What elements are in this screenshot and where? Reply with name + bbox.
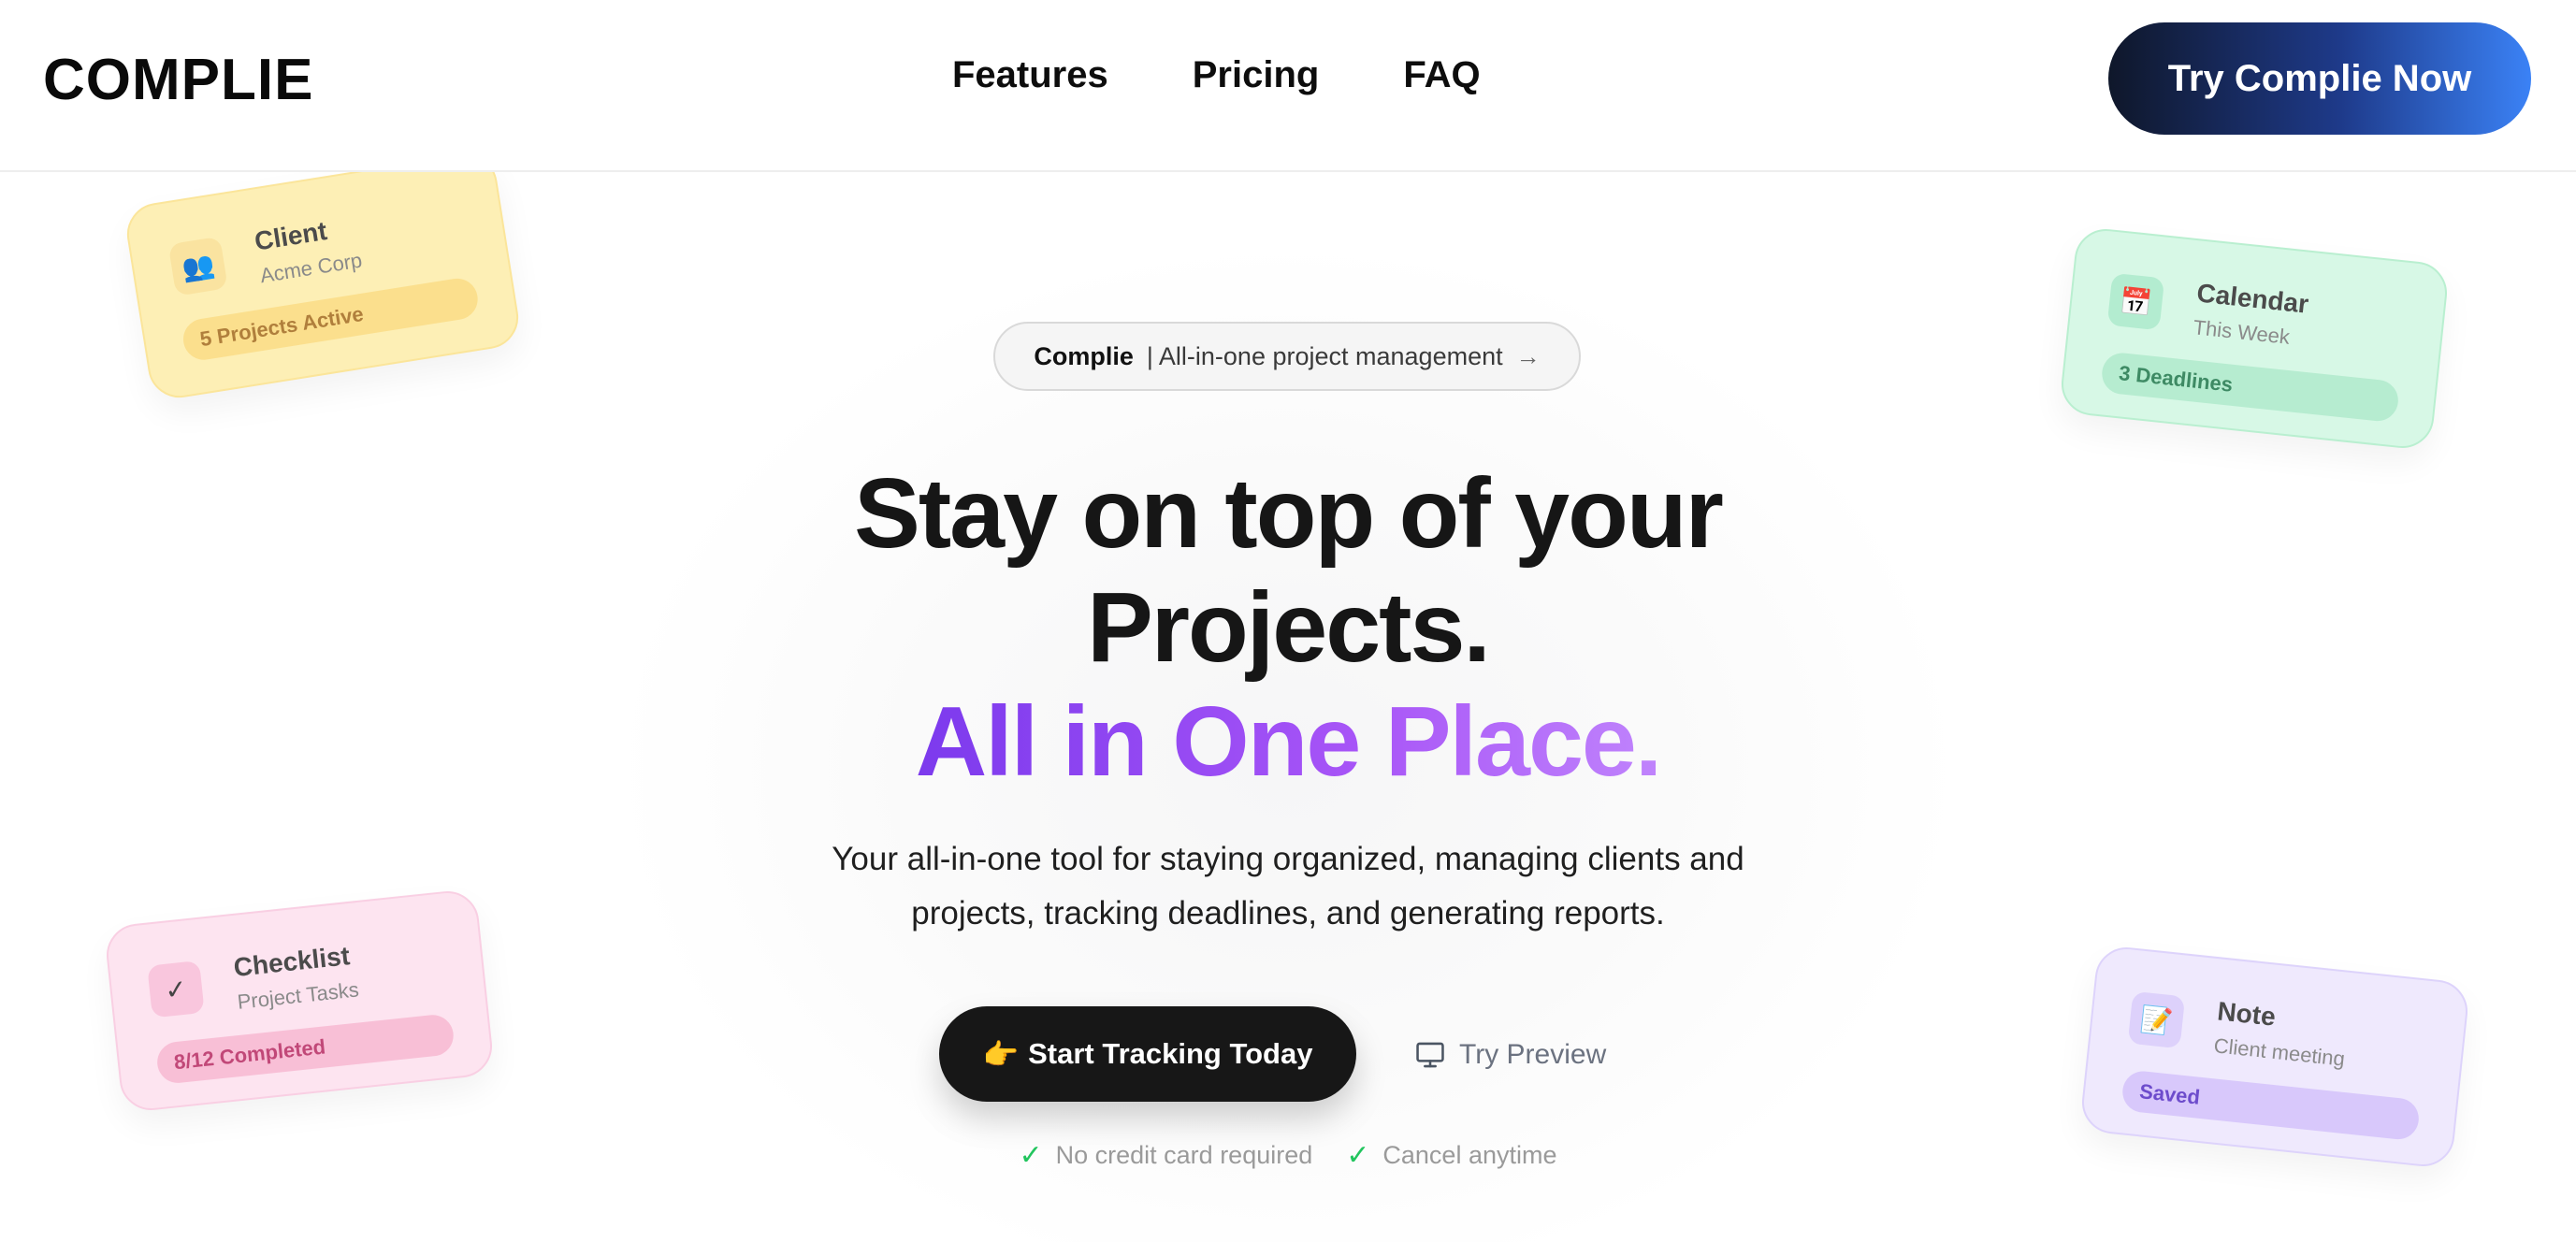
note-card: 📝 Note Client meeting Saved bbox=[2078, 944, 2471, 1170]
main-nav: Features Pricing FAQ bbox=[952, 54, 1481, 96]
card-status-pill: 3 Deadlines bbox=[2100, 351, 2400, 424]
checkmark-icon: ✓ bbox=[1346, 1140, 1370, 1171]
card-status-pill: 8/12 Completed bbox=[155, 1013, 456, 1086]
card-status-pill: Saved bbox=[2120, 1069, 2421, 1142]
card-subtitle: Client meeting bbox=[2212, 1033, 2347, 1071]
site-header: COMPLIE Features Pricing FAQ Try Complie… bbox=[0, 0, 2576, 172]
card-title: Client bbox=[252, 215, 329, 256]
card-subtitle: This Week bbox=[2192, 315, 2292, 349]
checkmark-icon: ✓ bbox=[1019, 1140, 1043, 1171]
hero-description: Your all-in-one tool for staying organiz… bbox=[0, 832, 2576, 941]
description-line-1: Your all-in-one tool for staying organiz… bbox=[832, 841, 1744, 877]
arrow-right-icon: → bbox=[1515, 341, 1541, 370]
monitor-icon bbox=[1416, 1042, 1444, 1068]
description-line-2: projects, tracking deadlines, and genera… bbox=[911, 895, 1665, 932]
feature-label: No credit card required bbox=[1055, 1141, 1313, 1169]
headline-accent: All in One Place. bbox=[915, 686, 1663, 797]
nav-pricing-link[interactable]: Pricing bbox=[1193, 54, 1320, 96]
hero-headline: Stay on top of your Projects. All in One… bbox=[0, 456, 2576, 799]
logo[interactable]: COMPLIE bbox=[43, 47, 313, 113]
checkmark-icon: ✓ bbox=[147, 960, 205, 1018]
pointing-hand-icon: 👉 bbox=[982, 1037, 1020, 1071]
card-title: Calendar bbox=[2195, 278, 2310, 319]
headline-line-2: Projects. bbox=[1087, 572, 1491, 683]
calendar-icon: 📅 bbox=[2106, 272, 2165, 331]
announcement-badge[interactable]: Complie | All-in-one project management … bbox=[993, 322, 1581, 391]
try-preview-button[interactable]: Try Preview bbox=[1414, 1029, 1606, 1081]
memo-icon: 📝 bbox=[2127, 990, 2186, 1049]
badge-text: | All-in-one project management bbox=[1146, 341, 1503, 370]
feature-checks: ✓ No credit card required ✓ Cancel anyti… bbox=[0, 1139, 2576, 1172]
feature-item: ✓ Cancel anytime bbox=[1346, 1139, 1556, 1172]
start-tracking-button[interactable]: 👉 Start Tracking Today bbox=[939, 1006, 1356, 1102]
feature-item: ✓ No credit card required bbox=[1019, 1139, 1312, 1172]
users-icon: 👥 bbox=[167, 236, 228, 296]
try-complie-button[interactable]: Try Complie Now bbox=[2108, 22, 2531, 135]
badge-brand: Complie bbox=[1034, 341, 1134, 370]
try-preview-label: Try Preview bbox=[1459, 1039, 1607, 1070]
card-subtitle: Project Tasks bbox=[236, 977, 360, 1014]
headline-line-1: Stay on top of your bbox=[854, 458, 1724, 569]
feature-label: Cancel anytime bbox=[1382, 1141, 1557, 1169]
nav-features-link[interactable]: Features bbox=[952, 54, 1108, 96]
calendar-card: 📅 Calendar This Week 3 Deadlines bbox=[2058, 225, 2451, 452]
card-title: Note bbox=[2216, 996, 2278, 1032]
nav-faq-link[interactable]: FAQ bbox=[1403, 54, 1480, 96]
landing-page: COMPLIE Features Pricing FAQ Try Complie… bbox=[0, 0, 2576, 1242]
card-status-pill: 5 Projects Active bbox=[180, 275, 481, 363]
client-card: 👥 Client Acme Corp 5 Projects Active bbox=[123, 150, 523, 402]
start-tracking-label: Start Tracking Today bbox=[1028, 1037, 1313, 1070]
card-title: Checklist bbox=[232, 941, 352, 983]
